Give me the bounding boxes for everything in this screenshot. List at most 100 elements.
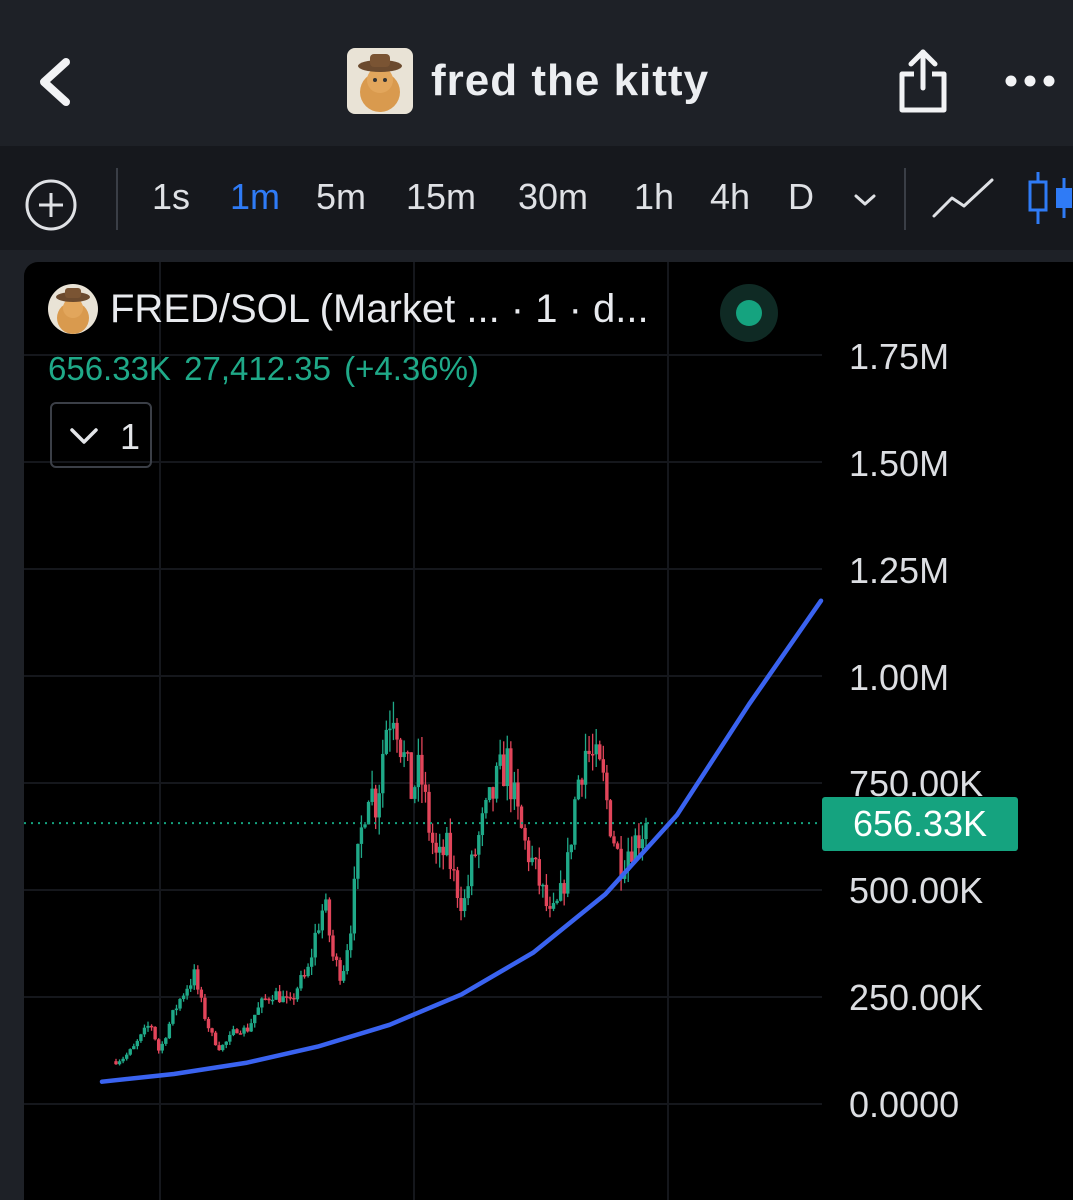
add-indicator-icon[interactable] [24, 178, 78, 232]
trendline [99, 598, 824, 1084]
candle [377, 793, 381, 818]
candle [281, 996, 285, 1003]
candle [292, 997, 296, 1000]
price-chart[interactable] [24, 262, 1073, 1200]
timeframe-1m[interactable]: 1m [230, 176, 280, 218]
toolbar-divider [904, 168, 906, 230]
chevron-left-icon[interactable] [30, 50, 90, 114]
candle [245, 1027, 250, 1032]
candle [121, 1058, 125, 1062]
candle [555, 900, 559, 904]
candle [203, 997, 207, 1019]
timeframe-15m[interactable]: 15m [406, 176, 476, 218]
candle [349, 933, 353, 951]
candle [181, 995, 186, 1000]
candle [274, 991, 278, 1000]
candle [523, 827, 527, 841]
candle [124, 1054, 129, 1059]
candle [594, 744, 598, 755]
candle [345, 950, 349, 972]
candle [398, 739, 403, 758]
timeframe-1s[interactable]: 1s [152, 176, 190, 218]
timeframe-d[interactable]: D [788, 176, 814, 218]
candle [160, 1043, 164, 1051]
line-chart-icon[interactable] [930, 174, 996, 222]
candle [430, 832, 435, 843]
candle [420, 754, 424, 785]
candle [363, 824, 367, 828]
candle [309, 957, 314, 967]
token-header: fred the kitty [347, 48, 709, 114]
candle [139, 1034, 143, 1041]
candle [608, 800, 613, 837]
candle [526, 840, 531, 863]
candle [587, 750, 591, 755]
candle [270, 999, 275, 1002]
candle [132, 1046, 136, 1050]
candle [331, 935, 335, 957]
candle [142, 1027, 147, 1035]
y-tick-label: 1.00M [849, 657, 950, 698]
candle [324, 899, 328, 911]
candle [569, 844, 574, 853]
candle [263, 998, 268, 1000]
candle [470, 854, 474, 887]
price-readout: 656.33K 27,412.35 (+4.36%) [48, 350, 479, 388]
candle [502, 754, 506, 787]
candle [164, 1038, 168, 1044]
candle [605, 772, 609, 801]
candle [452, 869, 456, 871]
candle [167, 1023, 172, 1039]
timeframe-5m[interactable]: 5m [316, 176, 366, 218]
candle [519, 806, 524, 828]
chevron-down-icon[interactable] [850, 188, 880, 212]
candle [402, 752, 406, 758]
candle [459, 898, 463, 912]
candle [242, 1027, 246, 1034]
symbol-label[interactable]: FRED/SOL (Market ... · 1 · d... [110, 287, 649, 332]
candle [487, 787, 492, 801]
candle [320, 910, 325, 931]
candle [598, 744, 602, 760]
candle [573, 799, 577, 845]
candle [128, 1049, 132, 1055]
indicator-collapse-button[interactable]: 1 [50, 402, 152, 468]
candle [299, 975, 303, 989]
timeframe-4h[interactable]: 4h [710, 176, 750, 218]
candle [630, 851, 634, 862]
candle [423, 784, 428, 792]
candle [615, 843, 620, 849]
indicator-count: 1 [120, 416, 141, 457]
candle [196, 969, 200, 990]
candle [206, 1018, 211, 1029]
candle [434, 842, 438, 853]
token-avatar [347, 48, 413, 114]
chevron-down-icon [70, 428, 98, 444]
chart-panel[interactable]: FRED/SOL (Market ... · 1 · d... 656.33K … [24, 262, 1073, 1200]
candle [185, 988, 189, 996]
candle [149, 1025, 154, 1028]
candlestick-icon[interactable] [1022, 168, 1073, 228]
candle [171, 1010, 175, 1024]
candle [114, 1061, 118, 1065]
current-price-label: 656.33K [822, 797, 1018, 851]
candle [178, 999, 182, 1009]
candle [551, 903, 556, 909]
candle [373, 788, 378, 818]
change-value: 27,412.35 (+4.36%) [184, 350, 479, 387]
timeframe-30m[interactable]: 30m [518, 176, 588, 218]
candle [388, 728, 392, 731]
share-icon[interactable] [894, 48, 952, 114]
more-horizontal-icon[interactable] [1002, 66, 1058, 96]
candle [498, 754, 502, 766]
candle [117, 1061, 122, 1065]
candle [213, 1032, 218, 1046]
candle [334, 956, 339, 961]
candle [562, 883, 566, 894]
candle [509, 748, 513, 800]
y-tick-label: 1.75M [849, 336, 950, 377]
candle [576, 779, 581, 800]
candle [548, 906, 552, 909]
timeframe-1h[interactable]: 1h [634, 176, 674, 218]
y-tick-label: 1.25M [849, 550, 950, 591]
